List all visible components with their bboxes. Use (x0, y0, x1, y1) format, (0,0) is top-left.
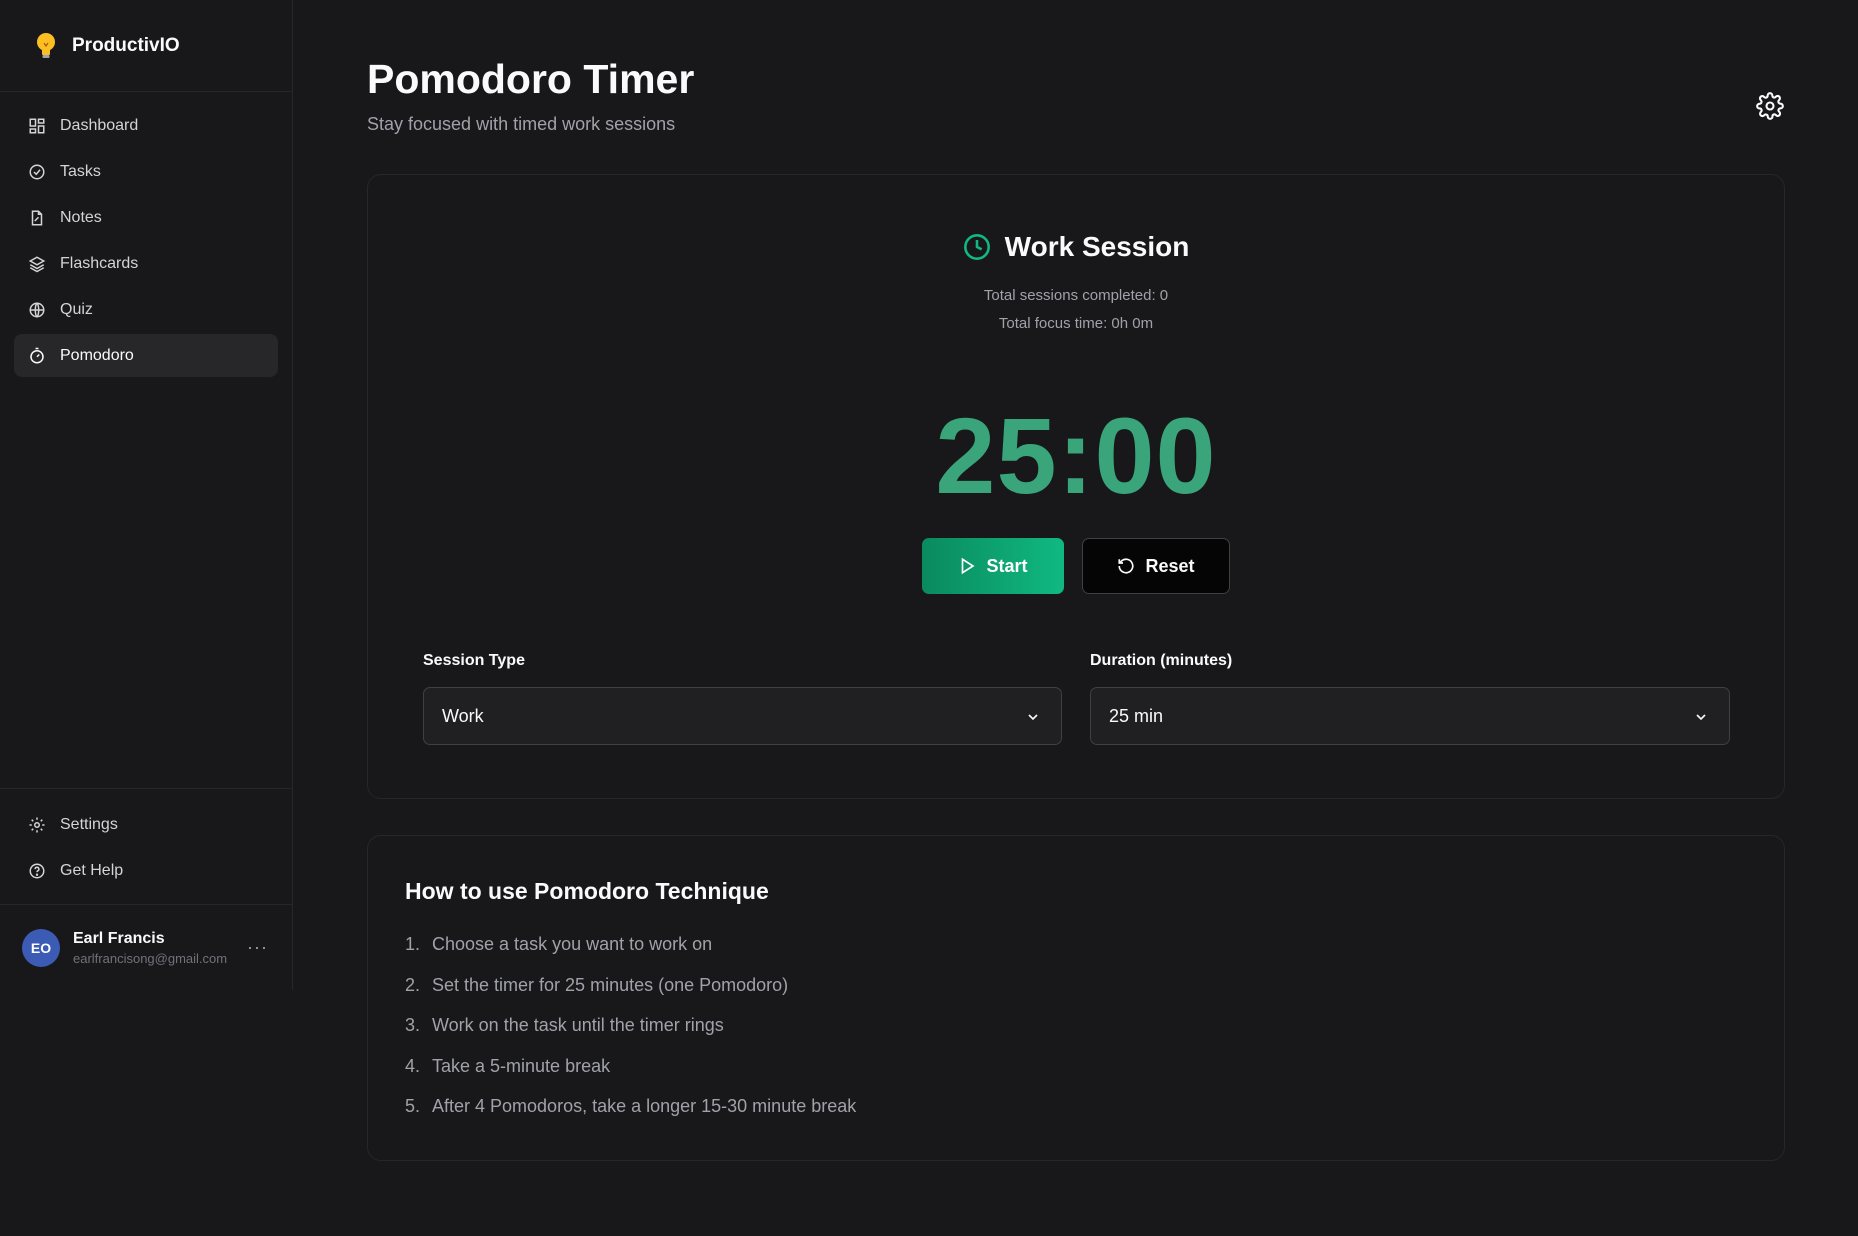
sidebar-item-get-help[interactable]: Get Help (14, 849, 278, 892)
step-text: After 4 Pomodoros, take a longer 15-30 m… (432, 1096, 857, 1116)
timer-display: 25:00 (935, 395, 1217, 516)
clock-icon (963, 234, 990, 260)
sidebar-item-settings[interactable]: Settings (14, 803, 278, 846)
reset-label: Reset (1145, 555, 1195, 576)
timer-icon (30, 347, 44, 363)
sidebar-item-quiz[interactable]: Quiz (14, 288, 278, 331)
layers-icon (28, 255, 46, 272)
sidebar-item-tasks[interactable]: Tasks (14, 150, 278, 193)
sidebar-item-label: Get Help (60, 861, 124, 879)
duration-label: Duration (minutes) (1090, 652, 1233, 669)
session-type-value: Work (442, 705, 484, 726)
sidebar-item-label: Settings (60, 815, 118, 833)
sidebar-item-label: Pomodoro (60, 346, 134, 364)
chevron-down-icon (1028, 714, 1038, 721)
session-title: Work Session (1004, 231, 1190, 262)
duration-value: 25 min (1109, 705, 1164, 726)
list-item: 5. After 4 Pomodoros, take a longer 15-30… (405, 1096, 856, 1137)
sidebar: ProductivIO Dashboard Tasks Notes Flashc… (0, 0, 293, 990)
list-item: 4. Take a 5-minute break (405, 1056, 856, 1097)
rotate-ccw-icon (1118, 558, 1135, 574)
step-number: 5. (405, 1096, 421, 1116)
sidebar-item-notes[interactable]: Notes (14, 196, 278, 239)
step-number: 3. (405, 1015, 421, 1035)
timer-card: Work Session Total sessions completed: 0… (367, 174, 1785, 799)
sidebar-item-label: Flashcards (60, 254, 139, 272)
step-number: 2. (405, 974, 421, 995)
reset-button[interactable]: Reset (1082, 538, 1230, 594)
steps-list: 1. Choose a task you want to work on 2. Se… (405, 934, 856, 1137)
sidebar-item-flashcards[interactable]: Flashcards (14, 242, 278, 285)
step-text: Choose a task you want to work on (432, 934, 713, 954)
grid-icon (29, 118, 45, 133)
sidebar-item-label: Quiz (60, 300, 93, 318)
session-type-label: Session Type (423, 652, 525, 669)
gear-icon (29, 817, 45, 832)
step-text: Take a 5-minute break (432, 1055, 611, 1076)
play-icon (962, 557, 976, 575)
avatar: EO (22, 928, 60, 967)
help-card: How to use Pomodoro Technique 1. Choose a… (367, 835, 1785, 1161)
globe-icon (29, 301, 45, 318)
brand[interactable]: ProductivIO (0, 0, 292, 92)
duration-select[interactable]: 25 min (1090, 687, 1730, 745)
start-button[interactable]: Start (922, 538, 1064, 594)
session-header: Work Session (368, 231, 1784, 263)
list-item: 2. Set the timer for 25 minutes (one Pomo… (405, 975, 856, 1016)
start-label: Start (986, 555, 1028, 576)
list-item: 1. Choose a task you want to work on (405, 934, 856, 975)
step-text: Set the timer for 25 minutes (one Pomodo… (432, 974, 789, 995)
lightbulb-icon (30, 30, 62, 62)
sidebar-item-label: Dashboard (60, 116, 139, 134)
focus-time: Total focus time: 0h 0m (998, 315, 1154, 332)
chevron-down-icon (1696, 714, 1706, 721)
sidebar-item-pomodoro[interactable]: Pomodoro (14, 334, 278, 377)
user-email: earlfrancisong@gmail.com (73, 950, 228, 966)
user-name: Earl Francis (73, 929, 165, 947)
page-subtitle: Stay focused with timed work sessions (367, 114, 676, 134)
gear-icon[interactable] (1756, 92, 1784, 120)
step-number: 4. (405, 1055, 421, 1076)
sidebar-item-dashboard[interactable]: Dashboard (14, 104, 278, 147)
more-options-icon[interactable]: ··· (247, 937, 268, 958)
list-item: 3. Work on the task until the timer rings (405, 1015, 856, 1056)
sidebar-bottom: Settings Get Help (0, 788, 292, 905)
step-text: Work on the task until the timer rings (432, 1015, 724, 1035)
sidebar-nav: Dashboard Tasks Notes Flashcards Quiz Po… (0, 92, 292, 392)
brand-name: ProductivIO (72, 34, 180, 56)
help-title: How to use Pomodoro Technique (405, 878, 769, 904)
check-circle-icon (29, 164, 45, 179)
page-title: Pomodoro Timer (367, 56, 695, 102)
user-profile[interactable]: EO Earl Francis earlfrancisong@gmail.com… (0, 904, 292, 990)
step-number: 1. (405, 934, 421, 954)
note-icon (31, 210, 43, 225)
sidebar-item-label: Notes (60, 208, 102, 226)
help-circle-icon (29, 863, 45, 878)
sessions-completed: Total sessions completed: 0 (983, 287, 1169, 304)
sidebar-item-label: Tasks (60, 162, 101, 180)
session-type-select[interactable]: Work (423, 687, 1062, 745)
